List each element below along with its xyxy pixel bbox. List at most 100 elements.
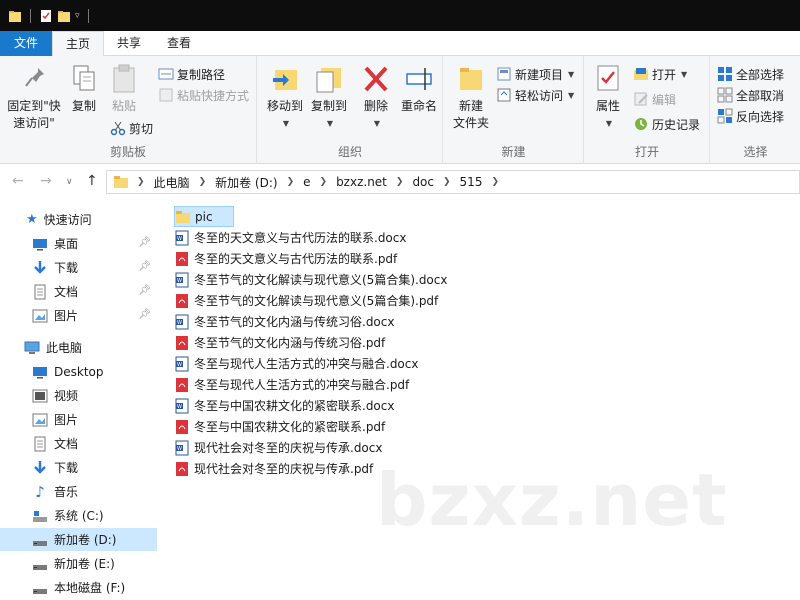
word-document-icon: W <box>175 356 189 371</box>
pin-icon[interactable]: 📌︎ <box>138 285 151 296</box>
documents-icon <box>34 284 46 299</box>
ribbon-tabs: 文件 主页 共享 查看 <box>0 31 800 57</box>
tab-file[interactable]: 文件 <box>0 31 53 56</box>
pictures-icon <box>32 413 48 426</box>
breadcrumb-separator[interactable]: ❯ <box>320 177 328 187</box>
breadcrumb-doc[interactable]: doc <box>412 175 434 189</box>
nav-quick-access[interactable]: ★ 快速访问 <box>0 208 157 231</box>
up-arrow-icon[interactable]: ↑ <box>86 173 98 189</box>
back-arrow-icon[interactable]: ← <box>12 173 24 189</box>
recent-locations-icon[interactable]: ∨ <box>66 177 73 187</box>
nav-item-desktop[interactable]: 桌面 📌︎ <box>0 232 157 255</box>
list-item[interactable]: W 冬至节气的文化解读与现代意义(5篇合集).docx <box>174 269 451 290</box>
scissors-icon <box>110 121 126 136</box>
breadcrumb-separator[interactable]: ❯ <box>396 177 404 187</box>
list-item[interactable]: 冬至与现代人生活方式的冲突与融合.pdf <box>174 374 413 395</box>
nav-item-videos[interactable]: 视频 <box>0 384 157 407</box>
copy-icon <box>73 65 95 91</box>
nav-item-drive-f[interactable]: 本地磁盘 (F:) <box>0 576 157 599</box>
nav-this-pc[interactable]: 此电脑 <box>0 336 157 359</box>
rename-button[interactable]: 重命名 <box>398 62 440 115</box>
copy-button[interactable]: 复制 <box>66 62 102 115</box>
tab-share[interactable]: 共享 <box>104 31 154 56</box>
properties-label: 属性 <box>595 99 620 113</box>
pin-icon[interactable]: 📌︎ <box>138 237 151 248</box>
file-name: 冬至与中国农耕文化的紧密联系.docx <box>194 399 395 413</box>
list-item[interactable]: pic <box>174 206 234 227</box>
nav-item-documents[interactable]: 文档 📌︎ <box>0 280 157 303</box>
paste-button[interactable]: 粘贴 <box>106 62 142 115</box>
list-item[interactable]: 冬至节气的文化解读与现代意义(5篇合集).pdf <box>174 290 442 311</box>
tab-view[interactable]: 查看 <box>154 31 204 56</box>
customize-toolbar-icon[interactable]: ▿ <box>75 11 80 21</box>
breadcrumb-this-pc[interactable]: 此电脑 <box>154 174 190 191</box>
breadcrumb-separator[interactable]: ❯ <box>491 177 499 187</box>
open-button[interactable]: 打开 ▼ <box>633 64 687 84</box>
nav-item-documents-pc[interactable]: 文档 <box>0 432 157 455</box>
file-name: 冬至与现代人生活方式的冲突与融合.pdf <box>194 378 410 392</box>
list-item[interactable]: 冬至节气的文化内涵与传统习俗.pdf <box>174 332 389 353</box>
clipboard-group: 固定到"快 速访问" 复制 粘贴 复制路径 粘贴快捷方式 剪切 剪贴板 <box>0 56 257 164</box>
breadcrumb-bzxz[interactable]: bzxz.net <box>336 175 387 189</box>
list-item[interactable]: 冬至与中国农耕文化的紧密联系.pdf <box>174 416 389 437</box>
breadcrumb-separator[interactable]: ❯ <box>287 177 295 187</box>
list-item[interactable]: 冬至的天文意义与古代历法的联系.pdf <box>174 248 401 269</box>
move-to-icon <box>273 70 297 90</box>
list-item[interactable]: W 冬至与中国农耕文化的紧密联系.docx <box>174 395 398 416</box>
nav-item-downloads-pc[interactable]: 下载 <box>0 456 157 479</box>
edit-button[interactable]: 编辑 <box>633 89 676 109</box>
chevron-down-icon: ▼ <box>681 69 688 79</box>
new-folder-button[interactable]: 新建 文件夹 <box>450 62 492 132</box>
history-button[interactable]: 历史记录 <box>633 114 700 134</box>
list-item[interactable]: 现代社会对冬至的庆祝与传承.pdf <box>174 458 377 479</box>
select-none-button[interactable]: 全部取消 <box>717 85 784 105</box>
list-item[interactable]: W 冬至与现代人生活方式的冲突与融合.docx <box>174 353 422 374</box>
pin-icon[interactable]: 📌︎ <box>138 309 151 320</box>
breadcrumb-separator[interactable]: ❯ <box>443 177 451 187</box>
new-folder-icon[interactable] <box>57 8 71 24</box>
nav-item-drive-d[interactable]: 新加卷 (D:) <box>0 528 157 551</box>
nav-item-music[interactable]: ♪ 音乐 <box>0 480 157 503</box>
download-icon <box>34 460 46 474</box>
nav-item-pictures[interactable]: 图片 📌︎ <box>0 304 157 327</box>
list-item[interactable]: W 冬至的天文意义与古代历法的联系.docx <box>174 227 410 248</box>
breadcrumb-drive-d[interactable]: 新加卷 (D:) <box>215 174 277 191</box>
breadcrumb-e[interactable]: e <box>303 175 310 189</box>
paste-shortcut-button[interactable]: 粘贴快捷方式 <box>158 85 249 105</box>
copy-to-button[interactable]: 复制到 ▼ <box>308 62 350 132</box>
move-to-button[interactable]: 移动到 ▼ <box>264 62 306 132</box>
nav-label: 下载 <box>54 461 79 475</box>
forward-arrow-icon[interactable]: → <box>40 173 52 189</box>
pin-quick-access-button[interactable]: 固定到"快 速访问" <box>4 62 64 132</box>
list-item[interactable]: W 冬至节气的文化内涵与传统习俗.docx <box>174 311 398 332</box>
nav-item-desktop-pc[interactable]: Desktop <box>0 360 157 383</box>
svg-text:W: W <box>177 404 182 410</box>
word-document-icon: W <box>175 398 189 413</box>
select-all-button[interactable]: 全部选择 <box>717 64 784 84</box>
address-bar[interactable]: ❯ 此电脑 ❯ 新加卷 (D:) ❯ e ❯ bzxz.net ❯ doc ❯ … <box>106 170 800 194</box>
nav-item-pictures-pc[interactable]: 图片 <box>0 408 157 431</box>
pin-icon[interactable]: 📌︎ <box>138 261 151 272</box>
copy-path-button[interactable]: 复制路径 <box>158 64 225 84</box>
delete-button[interactable]: 删除 ▼ <box>358 62 394 132</box>
edit-icon <box>634 92 648 106</box>
paste-shortcut-label: 粘贴快捷方式 <box>177 88 250 103</box>
breadcrumb-separator[interactable]: ❯ <box>137 177 145 187</box>
nav-item-downloads[interactable]: 下载 📌︎ <box>0 256 157 279</box>
invert-selection-button[interactable]: 反向选择 <box>717 106 784 126</box>
nav-item-drive-e[interactable]: 新加卷 (E:) <box>0 552 157 575</box>
list-item[interactable]: W 现代社会对冬至的庆祝与传承.docx <box>174 437 386 458</box>
breadcrumb-separator[interactable]: ❯ <box>199 177 207 187</box>
move-to-label: 移动到 <box>266 99 303 113</box>
new-item-button[interactable]: 新建项目 ▼ <box>496 64 574 84</box>
easy-access-button[interactable]: 轻松访问 ▼ <box>496 85 574 105</box>
nav-label: 新加卷 (E:) <box>54 557 115 571</box>
drive-icon <box>33 588 47 594</box>
nav-item-drive-c[interactable]: 系统 (C:) <box>0 504 157 527</box>
breadcrumb-515[interactable]: 515 <box>460 175 483 189</box>
invert-selection-label: 反向选择 <box>736 109 785 124</box>
properties-icon[interactable] <box>39 8 53 24</box>
cut-button[interactable]: 剪切 <box>110 118 153 138</box>
tab-home[interactable]: 主页 <box>52 31 105 57</box>
properties-button[interactable]: 属性 ▼ <box>591 62 625 132</box>
